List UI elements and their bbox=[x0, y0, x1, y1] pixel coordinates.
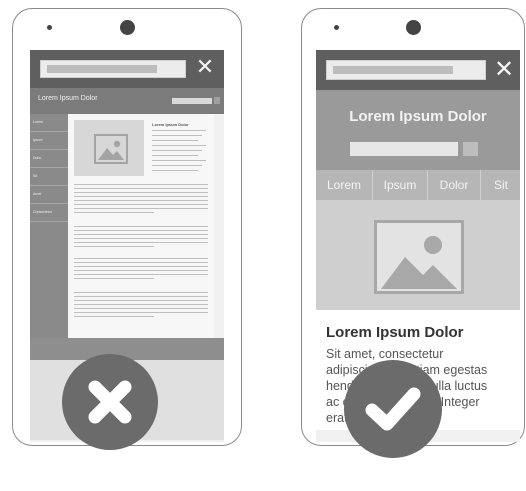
text-line bbox=[74, 200, 208, 202]
text-line bbox=[74, 230, 208, 232]
text-line bbox=[74, 192, 208, 194]
left-search-bar[interactable] bbox=[172, 98, 212, 104]
sidebar-item[interactable]: Ipsum bbox=[30, 132, 68, 150]
left-image-placeholder bbox=[74, 120, 144, 176]
text-line bbox=[152, 155, 198, 157]
check-badge bbox=[344, 360, 442, 458]
right-address-bar[interactable] bbox=[326, 60, 486, 80]
sidebar-item[interactable]: Sit bbox=[30, 168, 68, 186]
right-camera bbox=[406, 20, 421, 35]
image-icon bbox=[94, 134, 128, 164]
left-speaker bbox=[47, 25, 52, 30]
text-line bbox=[74, 292, 208, 294]
text-line bbox=[74, 188, 208, 190]
text-line bbox=[74, 312, 208, 314]
text-line bbox=[152, 160, 206, 162]
text-line bbox=[74, 184, 208, 186]
sidebar-item[interactable]: Consectetur bbox=[30, 204, 68, 222]
left-title-bar: Lorem Ipsum Dolor bbox=[30, 88, 224, 114]
text-line bbox=[74, 296, 208, 298]
cross-badge bbox=[62, 354, 158, 450]
nav-item[interactable]: Dolor bbox=[428, 170, 481, 200]
text-line bbox=[74, 196, 208, 198]
text-line bbox=[74, 278, 154, 280]
right-nav: Lorem Ipsum Dolor Sit bbox=[316, 170, 520, 200]
right-browser-bar: ✕ bbox=[316, 50, 520, 90]
text-line bbox=[74, 242, 208, 244]
text-line bbox=[152, 165, 202, 167]
text-line bbox=[74, 262, 208, 264]
text-line bbox=[74, 308, 208, 310]
text-line bbox=[74, 246, 154, 248]
left-sidebar: Lorem Ipsum Dolor Sit Amet Consectetur bbox=[30, 114, 68, 338]
left-page-title: Lorem Ipsum Dolor bbox=[38, 95, 98, 102]
right-article-heading: Lorem Ipsum Dolor bbox=[326, 324, 464, 341]
left-content: Lorem Ipsum Dolor bbox=[68, 114, 214, 338]
text-line bbox=[74, 258, 208, 260]
close-icon[interactable]: ✕ bbox=[490, 55, 518, 83]
check-icon bbox=[365, 387, 421, 431]
text-line bbox=[74, 208, 208, 210]
text-line bbox=[74, 212, 154, 214]
nav-item[interactable]: Sit bbox=[481, 170, 520, 200]
text-line bbox=[152, 140, 198, 142]
sidebar-item[interactable]: Dolor bbox=[30, 150, 68, 168]
text-line bbox=[152, 170, 198, 172]
text-line bbox=[74, 270, 208, 272]
image-icon bbox=[374, 220, 464, 294]
close-icon[interactable]: ✕ bbox=[192, 55, 218, 81]
nav-item[interactable]: Ipsum bbox=[373, 170, 428, 200]
text-line bbox=[74, 274, 208, 276]
text-line bbox=[74, 304, 208, 306]
sidebar-item[interactable]: Amet bbox=[30, 186, 68, 204]
right-search-bar[interactable] bbox=[350, 142, 458, 156]
right-header: Lorem Ipsum Dolor bbox=[316, 90, 520, 170]
right-image-placeholder bbox=[316, 200, 520, 310]
text-line bbox=[74, 316, 154, 318]
text-line bbox=[152, 130, 206, 132]
text-line bbox=[152, 145, 206, 147]
left-search-button[interactable] bbox=[214, 97, 220, 104]
cross-icon bbox=[88, 380, 132, 424]
right-search-button[interactable] bbox=[463, 142, 478, 156]
right-page-title: Lorem Ipsum Dolor bbox=[349, 108, 487, 125]
text-line bbox=[152, 150, 202, 152]
left-address-bar[interactable] bbox=[40, 60, 186, 78]
text-line bbox=[74, 234, 208, 236]
nav-item[interactable]: Lorem bbox=[316, 170, 373, 200]
text-line bbox=[74, 238, 208, 240]
text-line bbox=[152, 135, 202, 137]
right-speaker bbox=[334, 25, 339, 30]
text-line bbox=[74, 226, 208, 228]
sidebar-item[interactable]: Lorem bbox=[30, 114, 68, 132]
left-camera bbox=[120, 20, 135, 35]
text-line bbox=[74, 266, 208, 268]
text-line bbox=[74, 300, 208, 302]
left-article-heading: Lorem Ipsum Dolor bbox=[152, 122, 189, 127]
text-line bbox=[74, 204, 208, 206]
left-browser-bar: ✕ bbox=[30, 50, 224, 88]
